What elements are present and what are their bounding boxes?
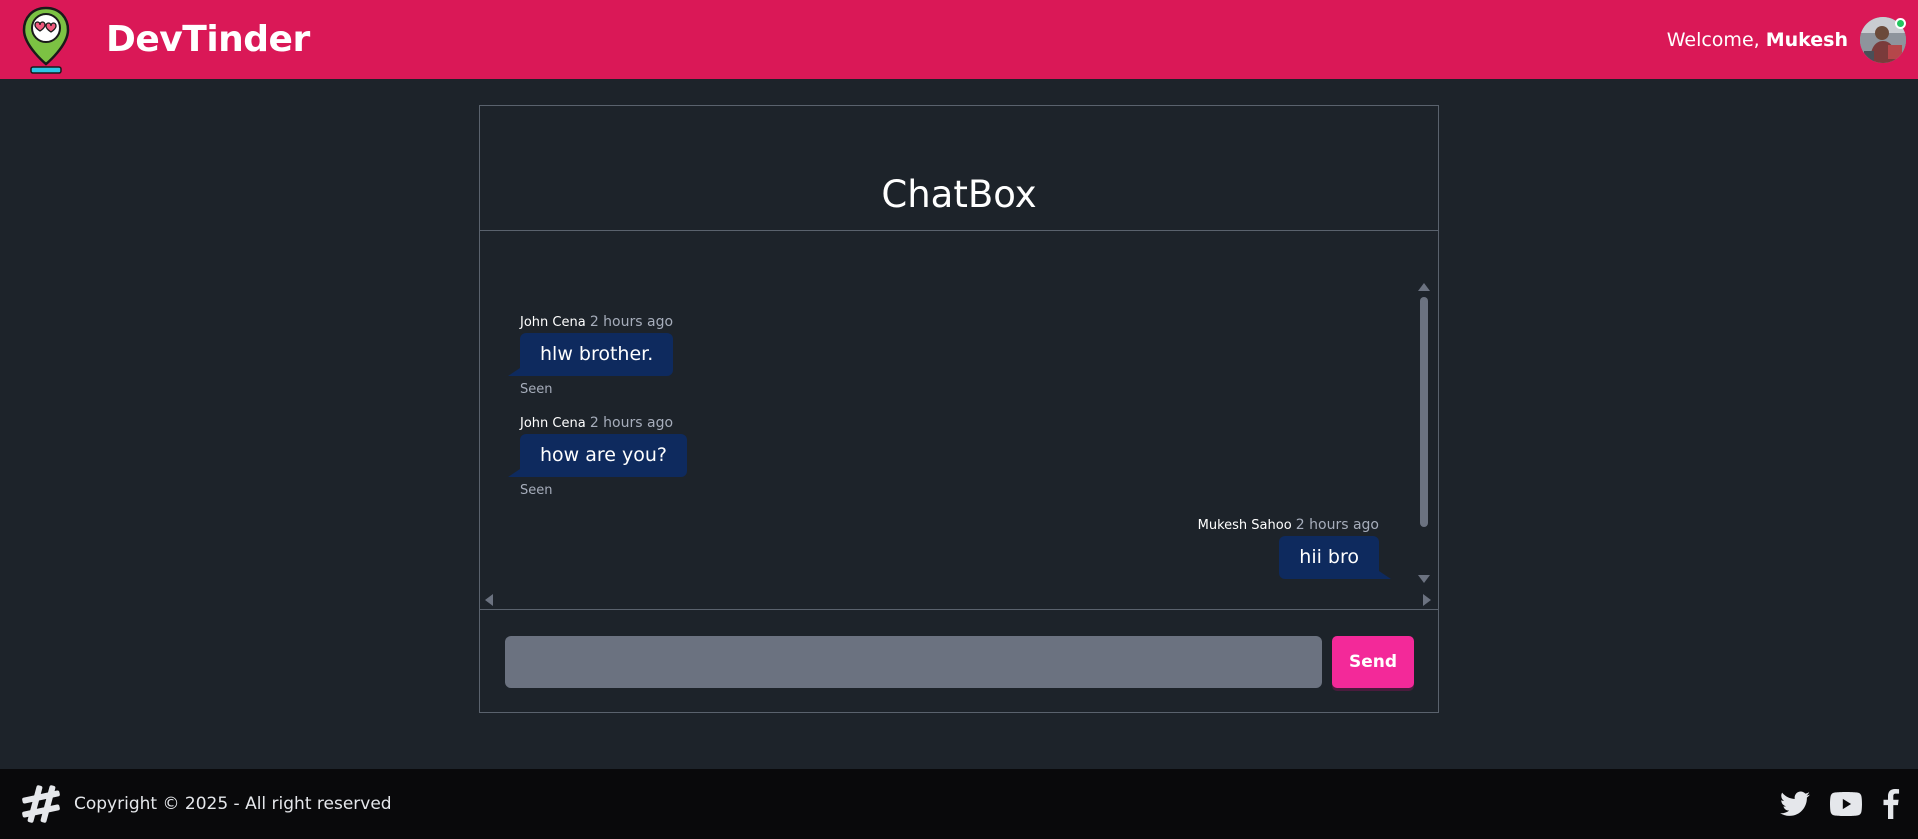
welcome-prefix: Welcome, (1666, 28, 1766, 51)
avatar[interactable] (1860, 16, 1906, 63)
welcome-username: Mukesh (1765, 28, 1848, 51)
chat-title: ChatBox (881, 173, 1037, 216)
message-status: Seen (520, 382, 553, 397)
message-sender: Mukesh Sahoo (1197, 518, 1292, 533)
message-status: Seen (520, 483, 553, 498)
message-sender: John Cena (520, 315, 586, 330)
footer: Copyright © 2025 - All right reserved (0, 769, 1918, 839)
chat-box: ChatBox John Cena 2 hours ago hlw brothe… (479, 105, 1439, 713)
scroll-up-arrow-icon[interactable] (1418, 283, 1430, 291)
footer-left: Copyright © 2025 - All right reserved (18, 781, 392, 827)
hashtag-logo-icon (22, 785, 60, 823)
message-meta: Mukesh Sahoo 2 hours ago (1198, 517, 1379, 533)
copyright-text: Copyright © 2025 - All right reserved (74, 794, 392, 814)
chat-messages[interactable]: John Cena 2 hours ago hlw brother. Seen … (480, 231, 1438, 610)
scroll-right-arrow-icon[interactable] (1423, 594, 1431, 606)
message-bubble: hii bro (1279, 536, 1391, 579)
location-heart-logo-icon (22, 6, 70, 74)
brand[interactable]: DevTinder (20, 4, 310, 76)
send-button[interactable]: Send (1332, 636, 1414, 688)
youtube-icon[interactable] (1830, 792, 1862, 816)
chat-header: ChatBox (480, 106, 1438, 231)
horizontal-scrollbar[interactable] (485, 594, 1431, 606)
scrollbar-thumb[interactable] (1420, 297, 1428, 527)
welcome-text: Welcome, Mukesh (1667, 29, 1848, 51)
message-bubble: how are you? (507, 434, 688, 477)
message-item: John Cena 2 hours ago hlw brother. Seen (507, 314, 674, 397)
message-time: 2 hours ago (589, 415, 674, 431)
user-menu: Welcome, Mukesh (1667, 16, 1906, 63)
message-meta: John Cena 2 hours ago (520, 415, 687, 431)
vertical-scrollbar[interactable] (1418, 283, 1430, 583)
brand-name[interactable]: DevTinder (106, 19, 310, 60)
message-composer: Send (505, 636, 1415, 688)
message-time: 2 hours ago (1295, 517, 1379, 533)
message-item: John Cena 2 hours ago how are you? Seen (507, 415, 688, 498)
message-input[interactable] (505, 636, 1322, 688)
twitter-icon[interactable] (1780, 791, 1810, 817)
message-bubble: hlw brother. (507, 333, 674, 376)
message-time: 2 hours ago (589, 314, 674, 330)
message-meta: John Cena 2 hours ago (520, 314, 673, 330)
message-item: Mukesh Sahoo 2 hours ago hii bro (1198, 517, 1391, 579)
facebook-icon[interactable] (1882, 789, 1900, 819)
message-sender: John Cena (520, 416, 586, 431)
scroll-down-arrow-icon[interactable] (1418, 575, 1430, 583)
scroll-left-arrow-icon[interactable] (485, 594, 493, 606)
navbar: DevTinder Welcome, Mukesh (0, 0, 1918, 79)
social-links (1760, 789, 1900, 819)
online-status-dot (1895, 17, 1906, 29)
